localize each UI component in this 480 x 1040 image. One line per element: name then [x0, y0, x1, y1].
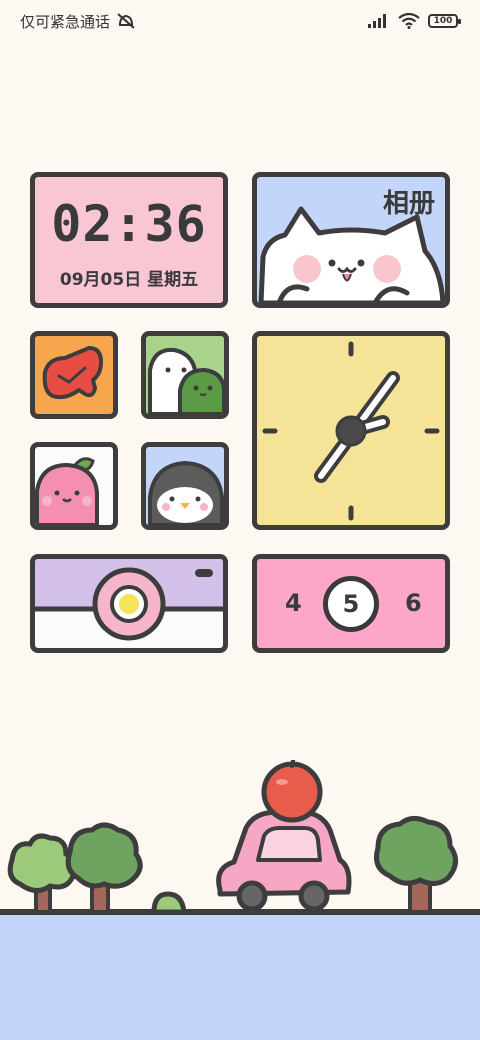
- ground-scene: [0, 760, 480, 1040]
- app-icon-pink-mascot[interactable]: [30, 442, 118, 530]
- tree-icon: [7, 833, 78, 914]
- app-icon-penguin[interactable]: [141, 442, 229, 530]
- blob-friends-icon: [148, 347, 224, 414]
- number-left: 4: [285, 589, 302, 617]
- car-icon: [216, 809, 352, 912]
- analog-clock-widget[interactable]: [252, 331, 450, 530]
- red-mascot-icon: [42, 346, 103, 400]
- analog-clock-face: [262, 341, 440, 521]
- album-widget[interactable]: 相册: [252, 172, 450, 308]
- apple-icon: [261, 760, 323, 823]
- status-left: 仅可紧急通话: [20, 11, 136, 32]
- carrier-text: 仅可紧急通话: [20, 12, 111, 31]
- tree-icon: [374, 816, 458, 914]
- pink-mascot-icon: [35, 457, 99, 525]
- album-label: 相册: [382, 189, 435, 219]
- alarm-off-icon: [116, 12, 136, 30]
- signal-icon: [368, 14, 390, 28]
- app-icon-blob-friends[interactable]: [141, 331, 229, 419]
- camera-icon: [35, 559, 223, 641]
- battery-icon: 100: [428, 14, 461, 28]
- bush-icon: [151, 891, 187, 915]
- tree-icon: [65, 822, 143, 914]
- status-right: 100: [368, 13, 461, 29]
- battery-level: 100: [433, 16, 453, 26]
- clock-time: 02:36: [51, 195, 207, 253]
- number-center: 5: [323, 576, 379, 632]
- camera-widget[interactable]: [30, 554, 228, 653]
- digital-clock-widget[interactable]: 02:36 09月05日 星期五: [30, 172, 228, 308]
- ground-area: [0, 912, 480, 1040]
- status-bar: 仅可紧急通话 100: [0, 0, 480, 42]
- wifi-icon: [398, 13, 420, 29]
- app-icon-red-mascot[interactable]: [30, 331, 118, 419]
- penguin-icon: [148, 460, 224, 525]
- number-right: 6: [405, 589, 422, 617]
- number-widget[interactable]: 4 5 6: [252, 554, 450, 653]
- clock-date: 09月05日 星期五: [59, 270, 199, 290]
